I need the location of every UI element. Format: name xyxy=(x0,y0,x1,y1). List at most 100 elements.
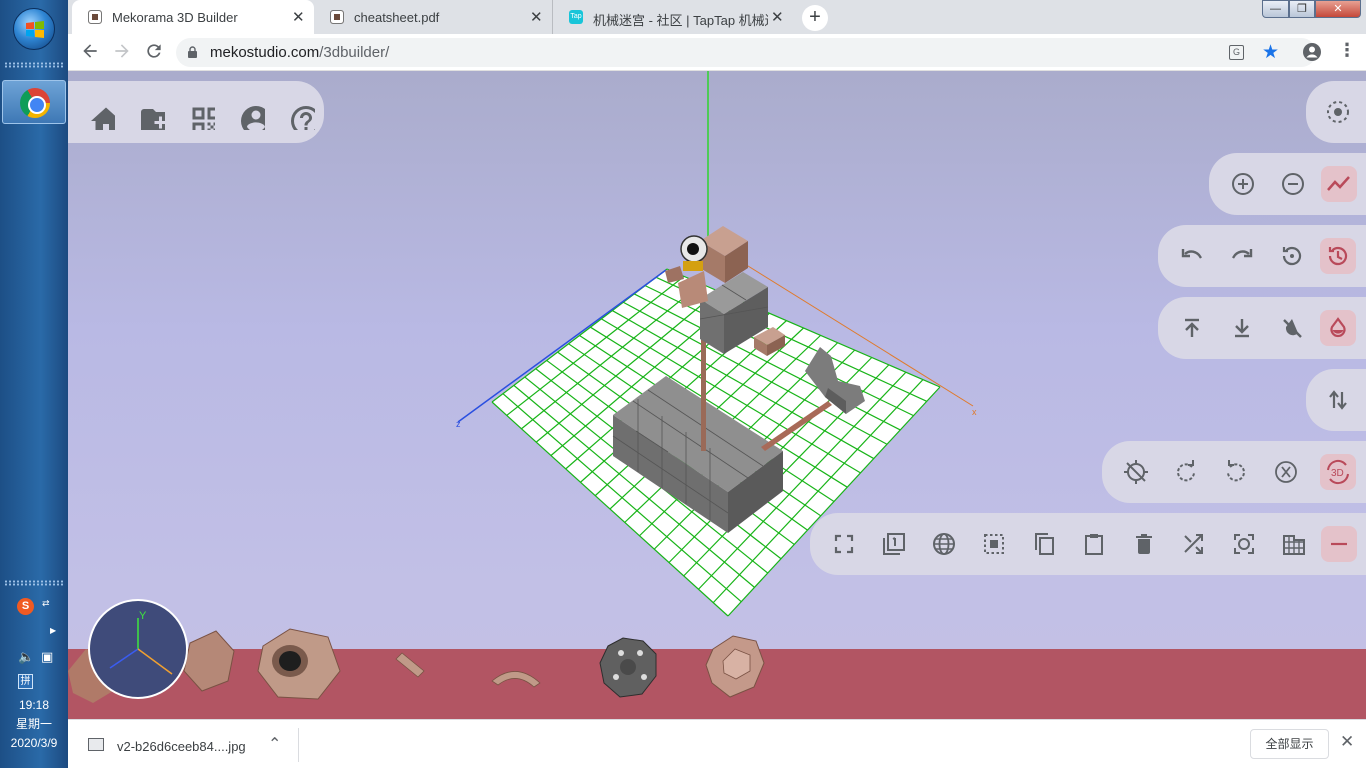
download-button[interactable] xyxy=(1224,310,1260,346)
select-all-icon xyxy=(984,534,1004,554)
start-button[interactable] xyxy=(13,8,55,50)
x-axis-button[interactable] xyxy=(1268,454,1304,490)
history-button[interactable] xyxy=(1320,238,1356,274)
qr-code-button[interactable] xyxy=(179,94,220,135)
center-focus-button[interactable] xyxy=(1226,526,1262,562)
reload-icon xyxy=(147,44,161,58)
tab-strip: Mekorama 3D Builder ✕ cheatsheet.pdf ✕ T… xyxy=(68,0,1366,34)
no-color-button[interactable] xyxy=(1274,310,1310,346)
network-icon[interactable]: ▣ xyxy=(41,649,53,665)
home-button[interactable] xyxy=(79,94,121,133)
select-all-button[interactable] xyxy=(976,526,1012,562)
rotate-right-button[interactable] xyxy=(1168,454,1204,490)
tab-close-icon[interactable]: ✕ xyxy=(292,8,305,26)
3d-scene[interactable]: z x Y xyxy=(68,71,1366,719)
zoom-panel xyxy=(1209,153,1366,215)
qr-code-icon xyxy=(192,107,220,135)
paste-button[interactable] xyxy=(1076,526,1112,562)
grid-icon xyxy=(1283,535,1305,555)
new-tab-button[interactable]: + xyxy=(802,5,828,31)
tray-expand-icon[interactable]: ▶ xyxy=(50,626,56,635)
clock-day: 星期一 xyxy=(15,717,52,731)
download-item[interactable]: v2-b26d6ceeb84....jpg ⌃ xyxy=(86,732,298,760)
palette-part-2 xyxy=(183,630,235,692)
3d-label: 3D xyxy=(1331,468,1344,479)
swap-vertical-button[interactable] xyxy=(1320,382,1356,418)
back-button[interactable] xyxy=(78,41,102,65)
taptap-favicon-icon: Tap xyxy=(569,10,583,24)
orientation-gizmo[interactable]: Y xyxy=(88,599,188,699)
upload-button[interactable] xyxy=(1174,310,1210,346)
new-folder-icon xyxy=(141,109,171,133)
shuffle-button[interactable] xyxy=(1176,526,1212,562)
url-text: mekostudio.com/3dbuilder/ xyxy=(210,44,389,61)
z-axis-label: z xyxy=(456,419,461,429)
image-file-icon xyxy=(88,738,104,751)
trend-icon xyxy=(1327,176,1350,191)
tab-title: cheatsheet.pdf xyxy=(354,10,440,25)
translate-icon[interactable]: G xyxy=(1229,45,1244,60)
address-bar[interactable]: mekostudio.com/3dbuilder/ G ★ xyxy=(176,38,1316,67)
tab-mekorama-builder[interactable]: Mekorama 3D Builder ✕ xyxy=(72,0,314,34)
new-folder-button[interactable] xyxy=(129,94,171,133)
filter-1-button[interactable] xyxy=(876,526,912,562)
bookmark-star-icon[interactable]: ★ xyxy=(1262,41,1279,64)
focus-icon xyxy=(1327,101,1349,123)
minus-button[interactable] xyxy=(1321,526,1357,562)
chrome-icon xyxy=(20,88,50,118)
browser-menu-icon[interactable]: ⋮ xyxy=(1338,40,1356,61)
close-downloads-button[interactable]: ✕ xyxy=(1340,732,1354,752)
redo-button[interactable] xyxy=(1224,238,1260,274)
builder-viewport[interactable]: z x Y 3D xyxy=(68,71,1366,719)
taskbar-chrome-button[interactable] xyxy=(2,80,66,124)
gps-off-button[interactable] xyxy=(1118,454,1154,490)
minus-icon xyxy=(1331,542,1347,546)
tab-cheatsheet[interactable]: cheatsheet.pdf ✕ xyxy=(314,0,552,34)
focus-panel xyxy=(1306,81,1366,143)
x-axis-label: x xyxy=(972,407,977,417)
zoom-out-button[interactable] xyxy=(1275,166,1311,202)
palette-part-button xyxy=(599,637,657,698)
globe-button[interactable] xyxy=(926,526,962,562)
zoom-in-button[interactable] xyxy=(1225,166,1261,202)
focus-button[interactable] xyxy=(1320,94,1356,130)
account-button[interactable] xyxy=(229,94,271,136)
tab-taptap[interactable]: Tap 机械迷宫 - 社区 | TapTap 机械迷宫社区 ✕ xyxy=(552,0,792,34)
sogou-ime-icon[interactable]: S xyxy=(17,598,34,615)
window-close-button[interactable]: ✕ xyxy=(1315,0,1361,18)
undo-button[interactable] xyxy=(1174,238,1210,274)
restore-button[interactable] xyxy=(1274,238,1310,274)
grid-button[interactable] xyxy=(1276,526,1312,562)
ime-mode-icon[interactable]: 拼 xyxy=(18,674,33,689)
rotate-left-button[interactable] xyxy=(1218,454,1254,490)
window-maximize-button[interactable]: ❐ xyxy=(1289,0,1315,18)
taskbar-clock[interactable]: 19:18 星期一 2020/3/9 xyxy=(0,696,68,753)
tab-close-icon[interactable]: ✕ xyxy=(771,8,784,26)
zoom-in-icon xyxy=(1232,173,1254,195)
profile-icon[interactable] xyxy=(1302,42,1322,62)
ime-switch-icon[interactable]: ⇄ xyxy=(42,598,50,609)
help-button[interactable] xyxy=(279,94,321,136)
trend-button[interactable] xyxy=(1321,166,1357,202)
delete-icon xyxy=(1136,534,1152,554)
fill-button[interactable] xyxy=(1320,310,1356,346)
delete-button[interactable] xyxy=(1126,526,1162,562)
tab-close-icon[interactable]: ✕ xyxy=(530,8,543,26)
copy-button[interactable] xyxy=(1026,526,1062,562)
download-icon xyxy=(1235,319,1249,338)
tray-grip xyxy=(4,580,64,586)
gps-off-icon xyxy=(1124,460,1148,484)
window-minimize-button[interactable]: — xyxy=(1262,0,1289,18)
forward-button[interactable] xyxy=(110,41,134,65)
show-all-button[interactable]: 全部显示 xyxy=(1250,729,1329,759)
palette-part-ring xyxy=(257,628,341,700)
rotate-left-icon xyxy=(1227,460,1245,482)
volume-icon[interactable]: 🔈 xyxy=(18,649,34,665)
chevron-up-icon[interactable]: ⌃ xyxy=(268,734,281,754)
upload-icon xyxy=(1185,318,1199,337)
redo-icon xyxy=(1232,249,1253,259)
no-color-icon xyxy=(1283,319,1302,338)
fullscreen-button[interactable] xyxy=(826,526,862,562)
reload-button[interactable] xyxy=(142,41,166,65)
3d-rotation-button[interactable]: 3D xyxy=(1320,454,1356,490)
